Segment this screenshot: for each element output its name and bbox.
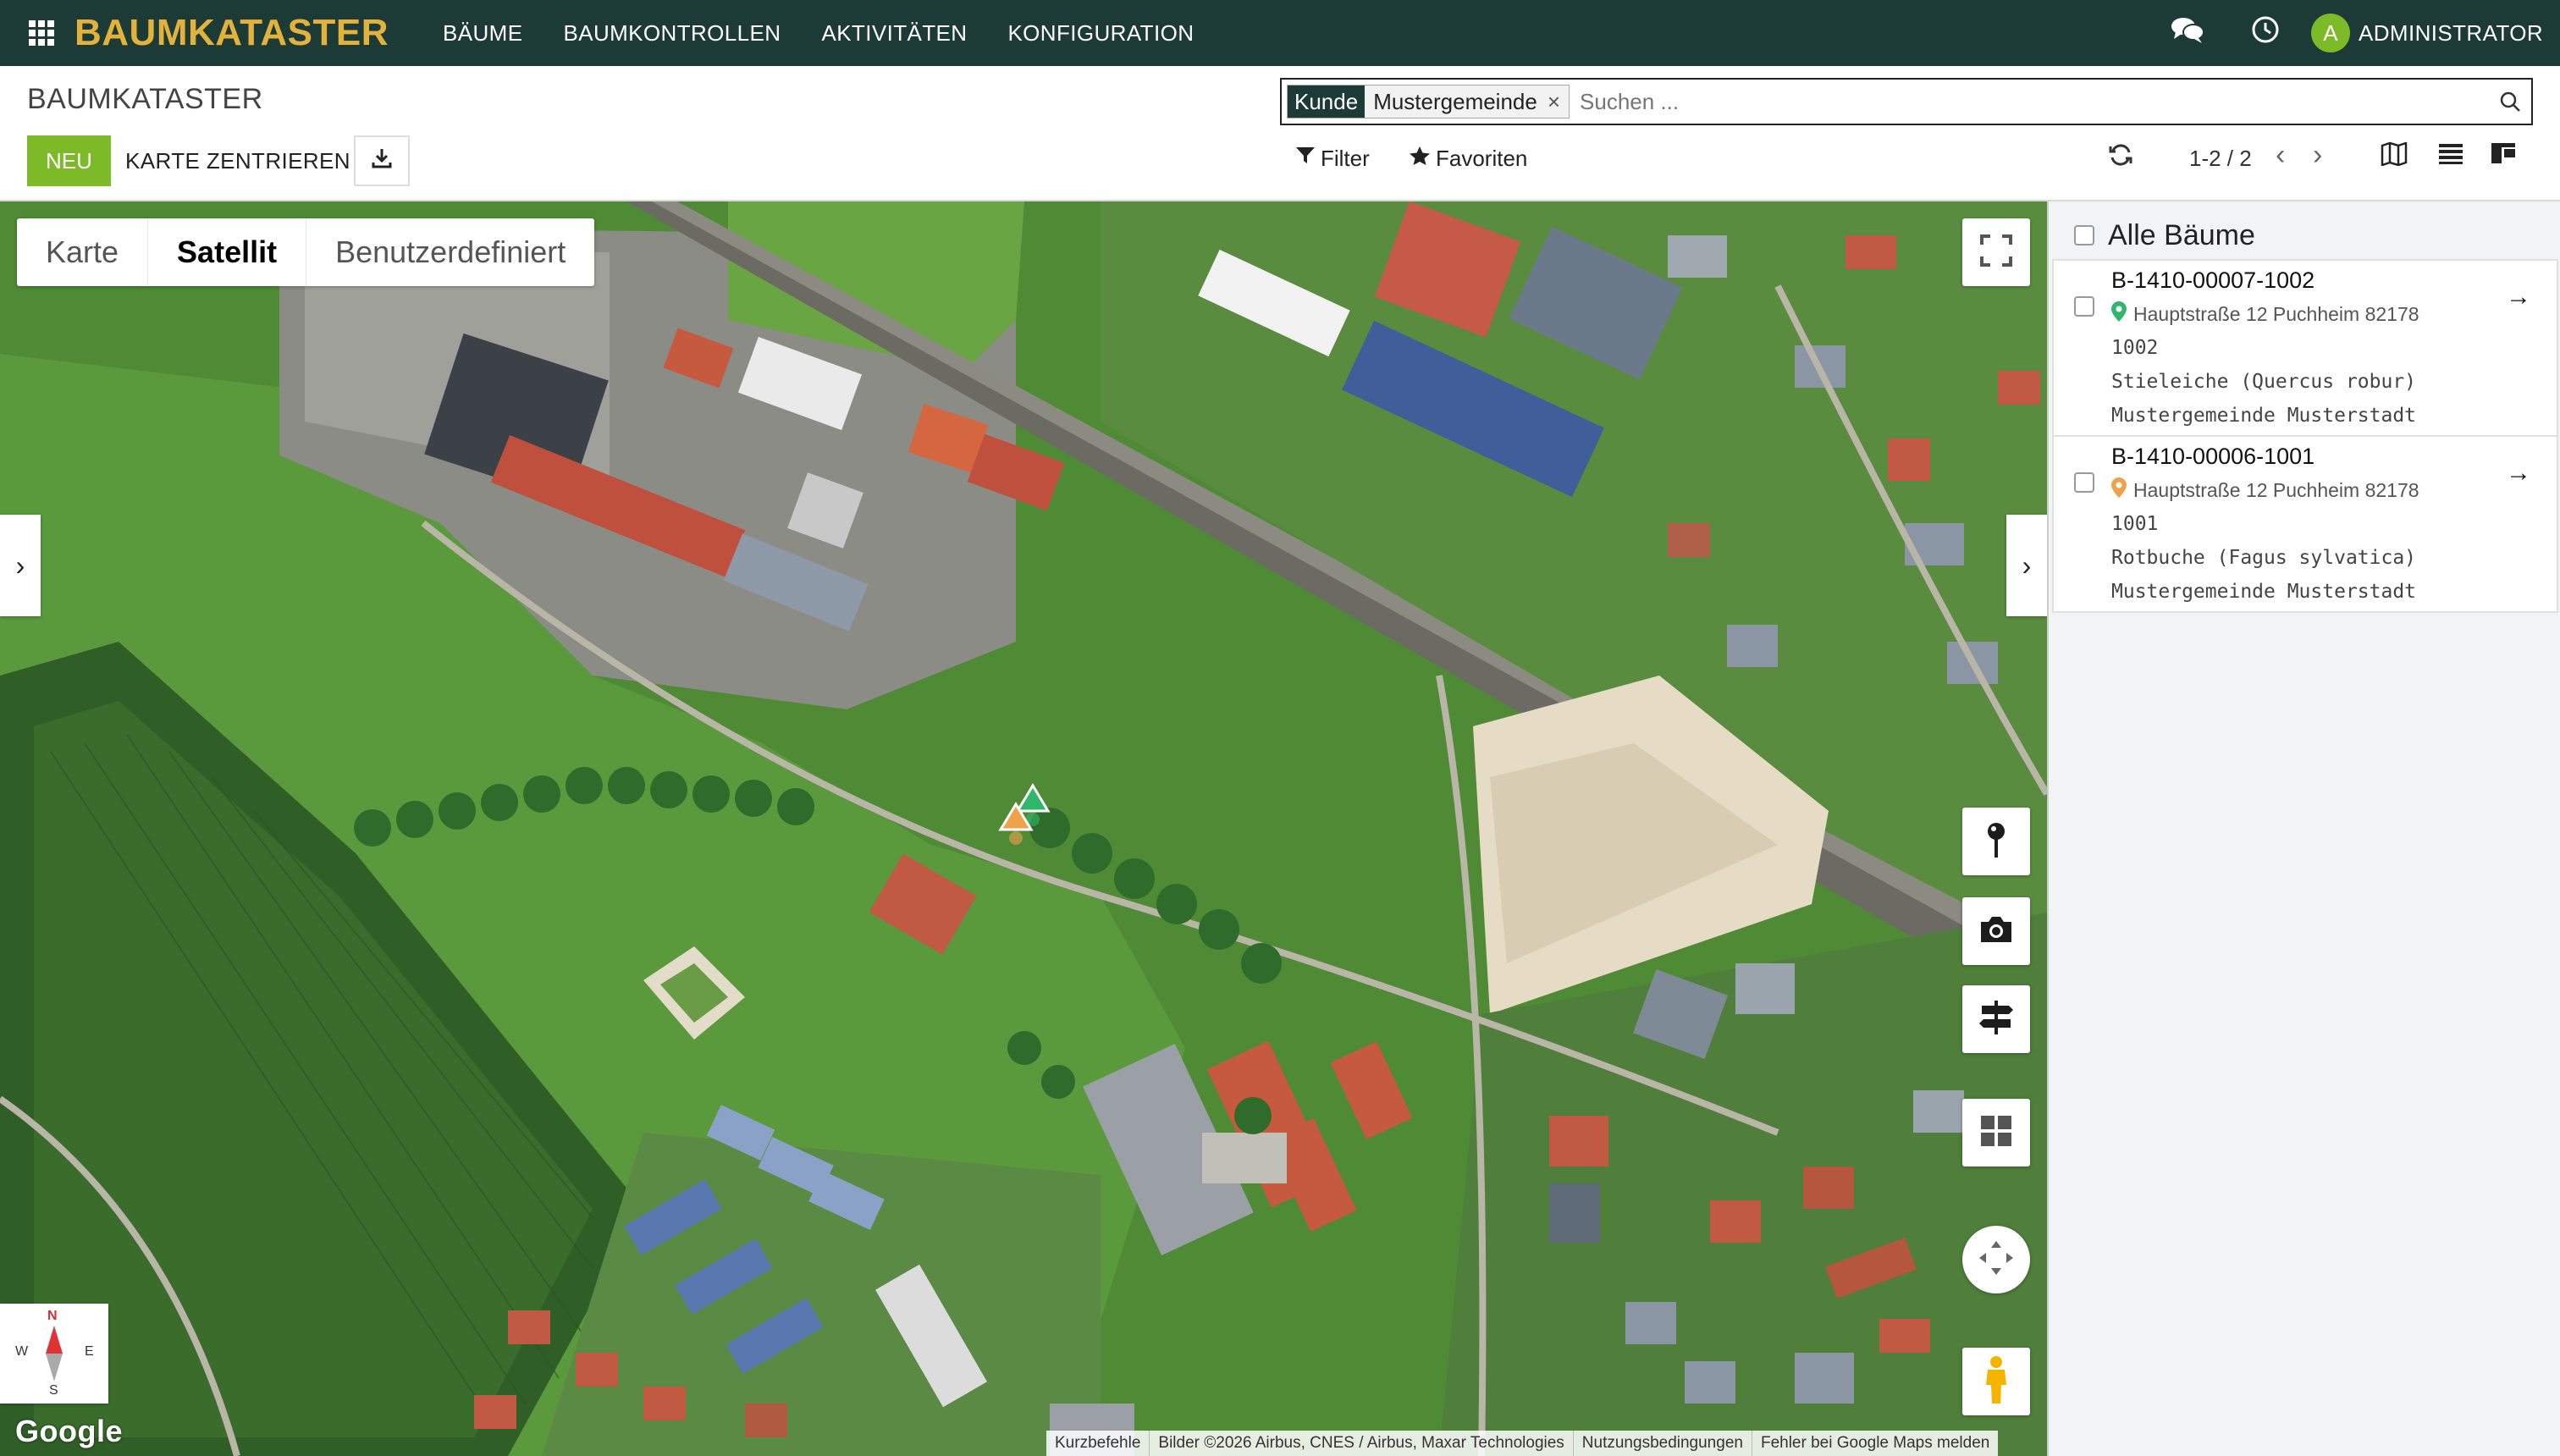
user-avatar[interactable]: A — [2310, 14, 2350, 52]
open-record-arrow-icon[interactable]: → — [2506, 459, 2531, 488]
pager-value[interactable]: 1-2 / 2 — [2189, 146, 2252, 172]
tree-card-owner: Mustergemeinde Musterstadt — [2111, 405, 2417, 427]
add-marker-button[interactable] — [1962, 808, 2030, 875]
fullscreen-button[interactable] — [1962, 218, 2030, 286]
download-button[interactable] — [354, 135, 410, 186]
top-navbar: BAUMKATASTER BÄUME BAUMKONTROLLEN AKTIVI… — [0, 0, 2560, 66]
tree-card-owner: Mustergemeinde Musterstadt — [2111, 581, 2417, 603]
satellite-imagery[interactable] — [0, 201, 2047, 1456]
tree-card-address-text: Hauptstraße 12 Puchheim 82178 — [2133, 303, 2419, 325]
map-attribution: Kurzbefehle Bilder ©2026 Airbus, CNES / … — [1046, 1431, 1999, 1456]
terms-link[interactable]: Nutzungsbedingungen — [1572, 1431, 1752, 1456]
refresh-icon[interactable] — [2108, 142, 2133, 174]
pager-previous-icon[interactable]: ‹ — [2276, 139, 2285, 172]
tree-card[interactable]: B-1410-00006-1001 Hauptstraße 12 Puchhei… — [2052, 435, 2558, 613]
chat-icon[interactable] — [2171, 15, 2204, 52]
select-all-row: Alle Bäume — [2074, 212, 2255, 259]
photo-button[interactable] — [1962, 897, 2030, 965]
center-map-button[interactable]: KARTE ZENTRIEREN — [119, 135, 357, 186]
map-type-karte[interactable]: Karte — [17, 218, 149, 286]
move-arrows-icon — [1976, 1238, 2017, 1282]
filter-label: Filter — [1321, 146, 1370, 171]
map-view-icon[interactable] — [2381, 141, 2408, 173]
apps-grid-icon[interactable] — [29, 20, 54, 46]
imagery-credit: Bilder ©2026 Airbus, CNES / Airbus, Maxa… — [1149, 1431, 1572, 1456]
google-logo: Google — [15, 1414, 123, 1448]
navbar-right: A ADMINISTRATOR — [2149, 0, 2543, 66]
tree-card-number: 1002 — [2111, 337, 2159, 359]
facet-key: Kunde — [1288, 85, 1366, 118]
fullscreen-icon — [1979, 234, 2013, 272]
tree-card-checkbox[interactable] — [2074, 472, 2094, 493]
main-menu: BÄUME BAUMKONTROLLEN AKTIVITÄTEN KONFIGU… — [422, 20, 1214, 47]
menu-item-konfiguration[interactable]: KONFIGURATION — [987, 20, 1214, 47]
map-type-satellit[interactable]: Satellit — [148, 218, 307, 286]
app-brand[interactable]: BAUMKATASTER — [74, 12, 389, 54]
facet-value: Mustergemeinde — [1365, 85, 1546, 118]
chevron-right-icon: › — [15, 549, 25, 581]
map-type-benutzerdefiniert[interactable]: Benutzerdefiniert — [306, 218, 594, 286]
compass-east-label: E — [85, 1344, 94, 1359]
filter-icon — [1295, 146, 1316, 171]
star-icon — [1409, 146, 1431, 172]
compass-needle-icon — [46, 1326, 63, 1382]
filter-button[interactable]: Filter — [1295, 146, 1370, 172]
map-pin-icon — [2111, 477, 2127, 504]
search-bar: Kunde Mustergemeinde × — [1280, 78, 2533, 125]
camera-icon — [1978, 913, 2015, 950]
tree-card-name: B-1410-00006-1001 — [2111, 444, 2315, 469]
pegman-icon — [1981, 1354, 2011, 1409]
list-view-icon[interactable] — [2438, 141, 2463, 172]
menu-item-aktivitaeten[interactable]: AKTIVITÄTEN — [801, 20, 987, 47]
control-panel: BAUMKATASTER NEU KARTE ZENTRIEREN Kunde … — [0, 66, 2560, 201]
open-record-arrow-icon[interactable]: → — [2506, 283, 2531, 312]
favorites-button[interactable]: Favoriten — [1409, 146, 1527, 172]
signpost-button[interactable] — [1962, 985, 2030, 1053]
tree-card-species: Rotbuche (Fagus sylvatica) — [2111, 547, 2417, 569]
tree-card-name: B-1410-00007-1002 — [2111, 267, 2315, 293]
page-title: BAUMKATASTER — [27, 83, 263, 115]
kanban-view-icon[interactable] — [2491, 141, 2516, 172]
map-pin-icon — [1983, 820, 2009, 863]
shortcuts-link[interactable]: Kurzbefehle — [1046, 1431, 1149, 1456]
compass-north-label: N — [47, 1309, 58, 1323]
search-input[interactable] — [1580, 81, 2489, 122]
tree-card-address: Hauptstraße 12 Puchheim 82178 — [2111, 477, 2419, 504]
pager-next-icon[interactable]: › — [2313, 139, 2322, 172]
tree-list-panel: Alle Bäume B-1410-00007-1002 Hauptstraße… — [2047, 201, 2560, 1456]
map-pin-icon — [2111, 301, 2127, 328]
left-panel-toggle[interactable]: › — [0, 515, 41, 616]
facet-remove-icon[interactable]: × — [1545, 85, 1570, 118]
map-type-control: Karte Satellit Benutzerdefiniert — [17, 218, 595, 286]
menu-item-baumkontrollen[interactable]: BAUMKONTROLLEN — [543, 20, 801, 47]
compass-south-label: S — [49, 1383, 58, 1398]
tree-card-address-text: Hauptstraße 12 Puchheim 82178 — [2133, 479, 2419, 501]
menu-item-baeume[interactable]: BÄUME — [422, 20, 543, 47]
camera-control-button[interactable] — [1962, 1226, 2030, 1293]
tree-card[interactable]: B-1410-00007-1002 Hauptstraße 12 Puchhei… — [2052, 259, 2558, 437]
compass-west-label: W — [15, 1344, 29, 1359]
favorites-label: Favoriten — [1436, 146, 1528, 171]
user-menu[interactable]: ADMINISTRATOR — [2359, 20, 2543, 47]
search-facet: Kunde Mustergemeinde × — [1287, 85, 1570, 119]
select-all-label: Alle Bäume — [2108, 218, 2255, 251]
signpost-icon — [1977, 999, 2016, 1040]
clock-icon[interactable] — [2248, 15, 2282, 52]
tree-card-checkbox[interactable] — [2074, 296, 2094, 317]
download-icon — [371, 147, 393, 175]
street-view-button[interactable] — [1962, 1348, 2030, 1415]
grid-icon — [1979, 1114, 2013, 1152]
satellite-map[interactable]: Karte Satellit Benutzerdefiniert › › N S… — [0, 201, 2047, 1456]
search-icon[interactable] — [2489, 91, 2531, 113]
report-error-link[interactable]: Fehler bei Google Maps melden — [1751, 1431, 1998, 1456]
compass[interactable]: N S W E — [0, 1304, 108, 1404]
layers-grid-button[interactable] — [1962, 1099, 2030, 1166]
tree-card-species: Stieleiche (Quercus robur) — [2111, 371, 2417, 393]
tree-card-address: Hauptstraße 12 Puchheim 82178 — [2111, 301, 2419, 328]
new-button[interactable]: NEU — [27, 135, 111, 186]
select-all-checkbox[interactable] — [2074, 225, 2094, 245]
tree-card-number: 1001 — [2111, 513, 2159, 535]
chevron-right-icon: › — [2022, 549, 2032, 581]
right-panel-toggle[interactable]: › — [2006, 515, 2047, 616]
